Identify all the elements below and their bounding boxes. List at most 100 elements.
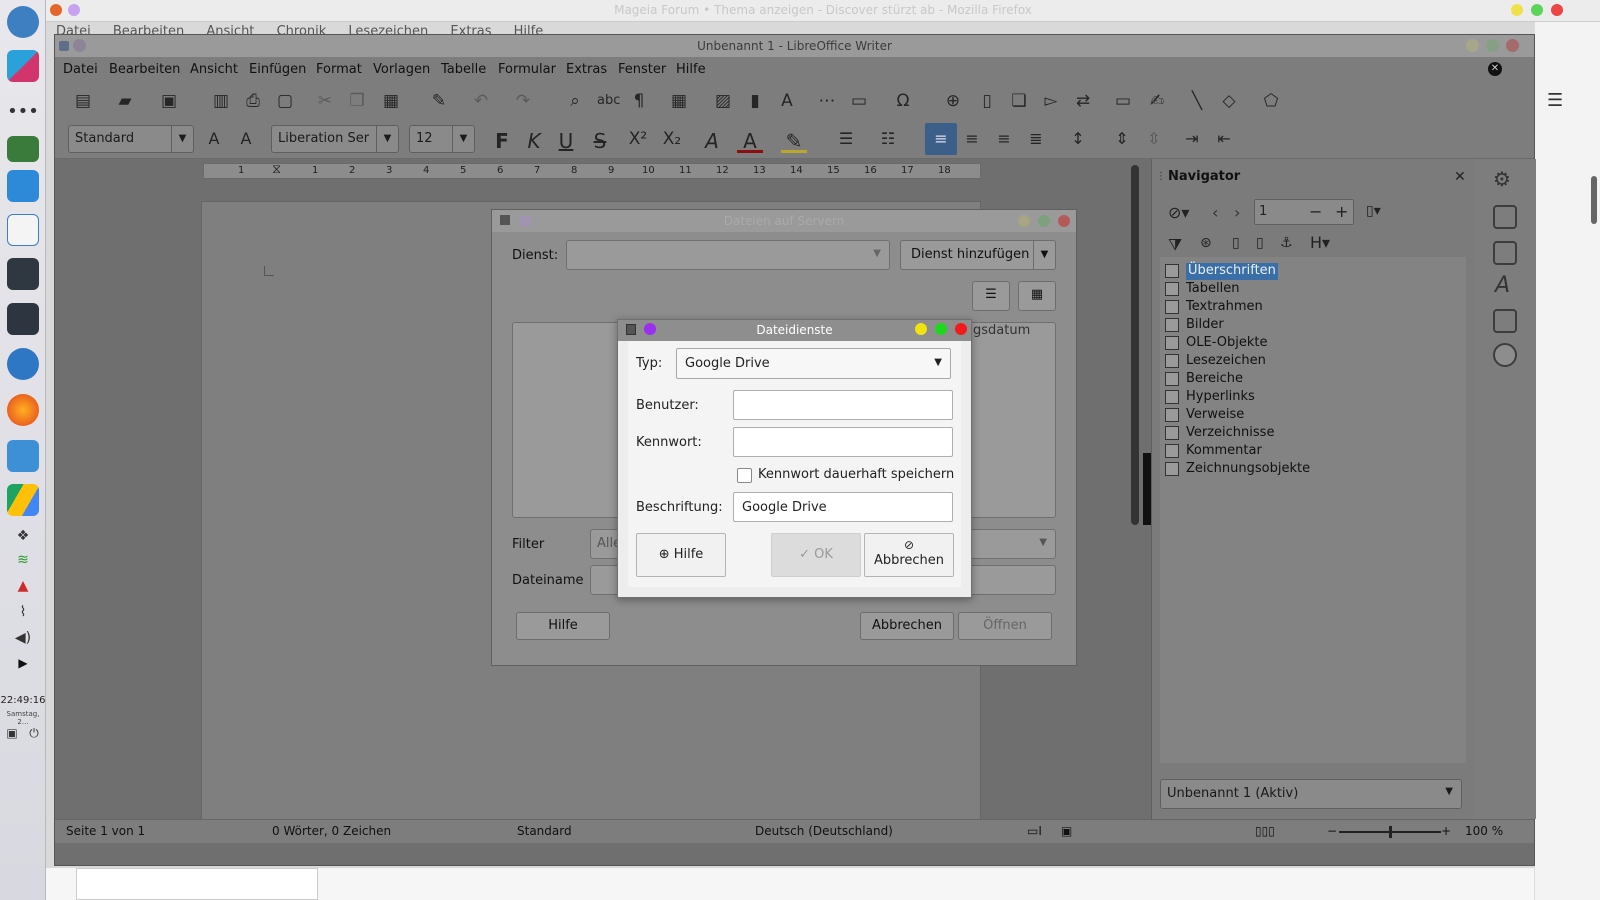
status-language[interactable]: Deutsch (Deutschland) bbox=[755, 824, 893, 838]
nav-item-verzeichnisse[interactable]: Verzeichnisse bbox=[1165, 425, 1274, 442]
password-field[interactable] bbox=[733, 427, 953, 457]
app-launcher-icon[interactable] bbox=[7, 6, 39, 38]
header-icon[interactable]: ▯ bbox=[1232, 235, 1240, 251]
track-changes-nav-icon[interactable]: ⊛ bbox=[1200, 235, 1212, 251]
file-manager-icon[interactable] bbox=[7, 170, 39, 202]
numbered-list-icon[interactable]: ☷ bbox=[875, 129, 901, 148]
bullet-list-icon[interactable]: ☰ bbox=[833, 129, 859, 148]
menu-vorlagen[interactable]: Vorlagen bbox=[373, 62, 430, 77]
font-color-icon[interactable]: A bbox=[737, 129, 763, 153]
heading-levels-icon[interactable]: H▾ bbox=[1310, 233, 1330, 252]
notification-icon[interactable]: ▲ bbox=[7, 578, 39, 598]
justify-icon[interactable]: ≣ bbox=[1023, 129, 1049, 148]
increase-indent-icon[interactable]: ⇥ bbox=[1179, 129, 1205, 148]
add-service-button[interactable]: Dienst hinzufügen ▼ bbox=[900, 240, 1056, 270]
cut-icon[interactable]: ✂ bbox=[315, 91, 335, 111]
page-break-icon[interactable]: ⋯ bbox=[817, 91, 837, 111]
ok-button[interactable]: ✓ OK bbox=[771, 533, 861, 577]
menu-formular[interactable]: Formular bbox=[498, 62, 556, 77]
highlighting-icon[interactable]: ✎ bbox=[781, 129, 807, 153]
redo-icon[interactable]: ↷ bbox=[513, 91, 533, 111]
line-spacing-icon[interactable]: ↕ bbox=[1065, 129, 1091, 148]
cancel-button[interactable]: ⊘ Abbrechen bbox=[864, 533, 954, 577]
paragraph-style-combo[interactable]: Standard ▼ bbox=[68, 125, 194, 153]
status-page[interactable]: Seite 1 von 1 bbox=[66, 824, 145, 838]
files-open-button[interactable]: Öffnen bbox=[958, 612, 1052, 640]
chevron-down-icon[interactable]: ▼ bbox=[452, 126, 474, 152]
dialog-maximize-button[interactable] bbox=[935, 323, 947, 335]
status-zoom[interactable]: 100 % bbox=[1465, 824, 1503, 838]
terminal-icon[interactable] bbox=[7, 258, 39, 290]
google-drive-icon[interactable] bbox=[7, 484, 39, 516]
align-center-icon[interactable]: ≡ bbox=[959, 129, 985, 148]
strikethrough-icon[interactable]: S bbox=[587, 129, 613, 153]
sidebar-collapse-handle[interactable] bbox=[1143, 453, 1151, 525]
underline-icon[interactable]: U bbox=[553, 129, 579, 153]
bookmark-icon[interactable]: ▻ bbox=[1041, 91, 1061, 111]
nav-item-verweise[interactable]: Verweise bbox=[1165, 407, 1244, 424]
endnote-icon[interactable]: ❏ bbox=[1009, 91, 1029, 111]
line-icon[interactable]: ╲ bbox=[1187, 91, 1207, 111]
menu-bearbeiten[interactable]: Bearbeiten bbox=[109, 62, 180, 77]
clear-formatting-icon[interactable]: A bbox=[699, 129, 725, 153]
subscript-icon[interactable]: X₂ bbox=[659, 129, 685, 149]
dropbox-icon[interactable]: ❖ bbox=[7, 528, 39, 548]
files-cancel-button[interactable]: Abbrechen bbox=[860, 612, 954, 640]
minus-icon[interactable]: − bbox=[1309, 202, 1322, 221]
draw-functions-icon[interactable]: ⬠ bbox=[1261, 91, 1281, 111]
files-help-button[interactable]: Hilfe bbox=[516, 612, 610, 640]
settings-sliders-icon[interactable] bbox=[7, 303, 39, 335]
zoom-minus-icon[interactable]: − bbox=[1327, 824, 1337, 838]
nav-item-textrahmen[interactable]: Textrahmen bbox=[1165, 299, 1263, 316]
print-preview-icon[interactable]: ▢ bbox=[275, 91, 295, 111]
navigator-icon[interactable] bbox=[1493, 343, 1517, 367]
writer-close-button[interactable] bbox=[1506, 39, 1519, 52]
filter-icon[interactable]: ⧩ bbox=[1168, 235, 1182, 255]
menu-fenster[interactable]: Fenster bbox=[618, 62, 666, 77]
nav-item-zeichnungsobjekte[interactable]: Zeichnungsobjekte bbox=[1165, 461, 1310, 478]
menu-extras[interactable]: Extras bbox=[566, 62, 607, 77]
remote-files-minimize-button[interactable] bbox=[1018, 215, 1030, 227]
clone-format-icon[interactable]: ✎ bbox=[429, 91, 449, 111]
office-icon[interactable] bbox=[7, 214, 39, 246]
system-settings-icon[interactable] bbox=[7, 348, 39, 380]
dialog-minimize-button[interactable] bbox=[915, 323, 927, 335]
nav-item-tabellen[interactable]: Tabellen bbox=[1165, 281, 1239, 298]
new-document-icon[interactable]: ▤ bbox=[73, 91, 93, 111]
nav-item-hyperlinks[interactable]: Hyperlinks bbox=[1165, 389, 1255, 406]
view-layout-icon[interactable]: ▯▯▯ bbox=[1255, 824, 1275, 838]
help-button[interactable]: ⊕ Hilfe bbox=[636, 533, 726, 577]
menu-hilfe[interactable]: Hilfe bbox=[676, 62, 706, 77]
chevron-down-icon[interactable]: ▼ bbox=[171, 126, 193, 152]
footer-icon[interactable]: ▯ bbox=[1256, 235, 1264, 251]
chevron-down-icon[interactable]: ▼ bbox=[1033, 241, 1055, 269]
vertical-scrollbar[interactable] bbox=[1131, 165, 1139, 525]
remote-files-close-button[interactable] bbox=[1058, 215, 1070, 227]
document-select[interactable]: Unbenannt 1 (Aktiv) ▼ bbox=[1160, 779, 1462, 809]
menu-format[interactable]: Format bbox=[316, 62, 362, 77]
kde-icon[interactable] bbox=[7, 50, 39, 82]
nav-item-bilder[interactable]: Bilder bbox=[1165, 317, 1224, 334]
expand-arrow-icon[interactable]: ▶ bbox=[7, 656, 39, 676]
chevron-down-icon[interactable]: ▼ bbox=[934, 357, 942, 368]
track-changes-icon[interactable]: ✍ bbox=[1147, 91, 1167, 111]
save-status-icon[interactable]: ▣ bbox=[1061, 824, 1072, 838]
horizontal-ruler[interactable]: 1 ⧖ 1 2 3 4 5 6 7 8 9 10 11 12 13 14 15 … bbox=[203, 162, 981, 179]
menu-datei[interactable]: Datei bbox=[63, 62, 98, 77]
spelling-icon[interactable]: abc bbox=[597, 91, 620, 111]
anchor-icon[interactable]: ⚓ bbox=[1280, 235, 1293, 251]
insert-mode-icon[interactable]: ▭I bbox=[1027, 824, 1042, 838]
more-dots-icon[interactable]: ••• bbox=[7, 96, 39, 128]
footnote-icon[interactable]: ▯ bbox=[977, 91, 997, 111]
undo-icon[interactable]: ↶ bbox=[471, 91, 491, 111]
font-size-combo[interactable]: 12 ▼ bbox=[409, 125, 475, 153]
lock-icon[interactable]: ▣ bbox=[4, 726, 20, 742]
formatting-marks-icon[interactable]: ¶ bbox=[629, 91, 649, 111]
minimize-button[interactable] bbox=[1511, 4, 1523, 16]
zoom-slider[interactable] bbox=[1339, 826, 1441, 838]
find-replace-icon[interactable]: ⌕ bbox=[565, 91, 585, 111]
status-words[interactable]: 0 Wörter, 0 Zeichen bbox=[272, 824, 391, 838]
basic-shapes-icon[interactable]: ◇ bbox=[1219, 91, 1239, 111]
drag-mode-icon[interactable]: ▯▾ bbox=[1366, 203, 1381, 219]
remember-password-label[interactable]: Kennwort dauerhaft speichern bbox=[758, 467, 954, 482]
